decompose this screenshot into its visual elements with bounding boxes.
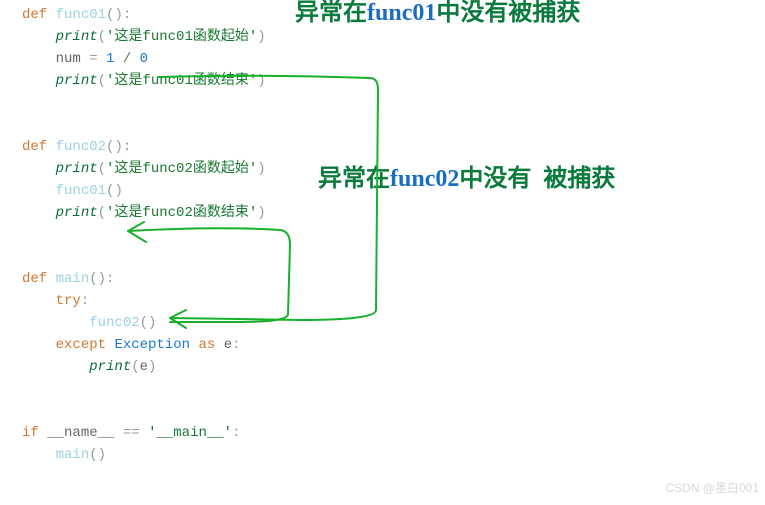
kw-try: try <box>56 293 81 309</box>
watermark: CSDN @墨白001 <box>665 477 759 499</box>
main-dunder: '__main__' <box>148 425 232 441</box>
call-func01: func01 <box>56 183 106 199</box>
print-call: print <box>56 205 98 221</box>
exception: Exception <box>114 337 190 353</box>
annotation-1-pre: 异常在 <box>295 0 367 26</box>
var-e: e <box>224 337 232 353</box>
colon: : <box>123 7 131 23</box>
kw-except: except <box>56 337 106 353</box>
string-literal: '这是func01函数起始' <box>106 29 257 45</box>
kw-as: as <box>198 337 215 353</box>
kw-def: def <box>22 7 47 23</box>
code-block: def func01(): print('这是func01函数起始') num … <box>22 4 765 466</box>
string-literal: '这是func02函数结束' <box>106 205 257 221</box>
annotation-2-mid: 中没有 <box>459 166 531 192</box>
kw-if: if <box>22 425 39 441</box>
annotation-2-pre: 异常在 <box>318 166 390 192</box>
annotation-1: 异常在func01中没有被捕获 <box>295 2 580 24</box>
var-num: num <box>56 51 81 67</box>
annotation-1-fn: func01 <box>367 0 436 26</box>
fn-func01: func01 <box>56 7 106 23</box>
annotation-2-fn: func02 <box>390 166 459 192</box>
print-call: print <box>89 359 131 375</box>
number-1: 1 <box>106 51 114 67</box>
kw-def: def <box>22 271 47 287</box>
fn-main: main <box>56 271 90 287</box>
kw-def: def <box>22 139 47 155</box>
name-dunder: __name__ <box>47 425 114 441</box>
call-main: main <box>56 447 90 463</box>
annotation-2-post: 被捕获 <box>543 166 615 192</box>
print-call: print <box>56 73 98 89</box>
print-call: print <box>56 161 98 177</box>
fn-func02: func02 <box>56 139 106 155</box>
string-literal: '这是func02函数起始' <box>106 161 257 177</box>
call-func02: func02 <box>89 315 139 331</box>
number-0: 0 <box>140 51 148 67</box>
annotation-1-post: 中没有被捕获 <box>436 0 580 26</box>
print-call: print <box>56 29 98 45</box>
annotation-2: 异常在func02中没有 被捕获 <box>318 168 615 190</box>
string-literal: '这是func01函数结束' <box>106 73 257 89</box>
rparen: ) <box>114 7 122 23</box>
